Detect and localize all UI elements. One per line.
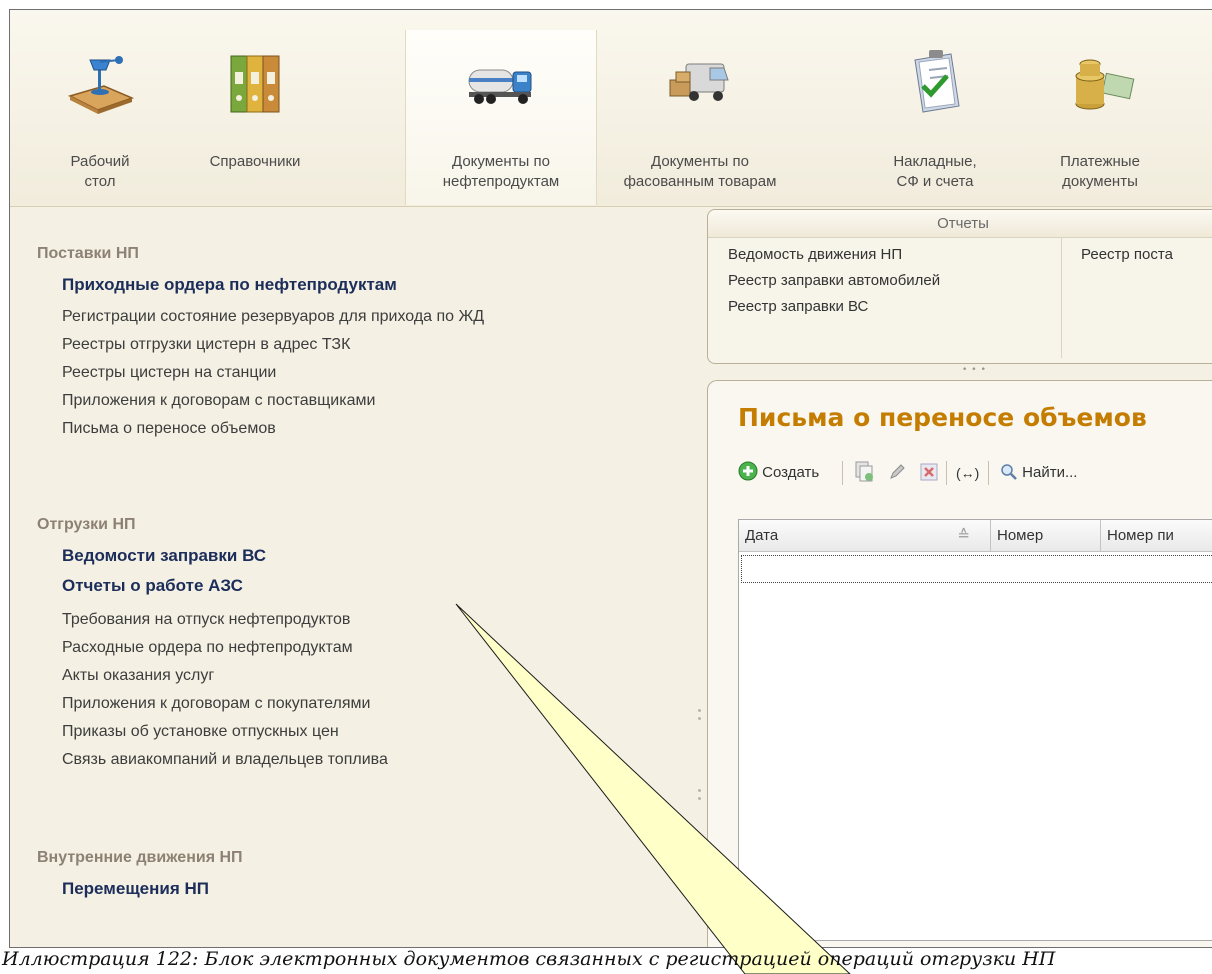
nav-item-price-orders[interactable]: Приказы об установке отпускных цен	[62, 723, 339, 741]
copy-document-icon	[855, 461, 873, 482]
toolbar-separator-2	[946, 461, 947, 485]
navigation-panel: Поставки НП Приходные ордера по нефтепро…	[10, 209, 693, 947]
table-row[interactable]	[741, 555, 1212, 583]
document-list-panel: Письма о переносе объемов Создать (↔) На…	[707, 380, 1212, 947]
app-window: Рабочий стол Справочники Документы по не…	[9, 9, 1212, 948]
figure-caption: Иллюстрация 122: Блок электронных докуме…	[2, 948, 1056, 970]
section-bar: Рабочий стол Справочники Документы по не…	[10, 10, 1212, 207]
nav-item-incoming-orders[interactable]: Приходные ордера по нефтепродуктам	[62, 275, 397, 295]
nav-group-shipment: Отгрузки НП	[37, 516, 136, 533]
section-packaged-docs-label: Документы по фасованным товарам	[623, 153, 777, 190]
nav-item-customer-contract-appendices[interactable]: Приложения к договорам с покупателями	[62, 695, 370, 713]
reports-panel: Отчеты Ведомость движения НП Реестр запр…	[707, 209, 1212, 364]
nav-item-airline-fuel-owner-links[interactable]: Связь авиакомпаний и владельцев топлива	[62, 751, 388, 769]
column-header-letter-number[interactable]: Номер пи	[1101, 520, 1212, 552]
toolbar-separator	[842, 461, 843, 485]
find-button-label: Найти...	[1022, 464, 1078, 481]
find-button[interactable]: Найти...	[1000, 459, 1077, 487]
search-icon	[1001, 464, 1017, 480]
desk-lamp-icon	[67, 56, 135, 114]
section-payments[interactable]: Платежные документы	[1045, 30, 1155, 205]
edit-button[interactable]	[888, 459, 906, 487]
section-invoices[interactable]: Накладные, СФ и счета	[880, 30, 990, 205]
coins-icon	[1075, 59, 1135, 110]
panel-splitter[interactable]	[696, 209, 704, 947]
nav-group-internal-movements: Внутренние движения НП	[37, 849, 243, 866]
pencil-icon	[890, 464, 905, 479]
nav-item-tank-shipment-registers[interactable]: Реестры отгрузки цистерн в адрес ТЗК	[62, 336, 350, 354]
report-link-vehicle-refuel[interactable]: Реестр заправки автомобилей	[728, 268, 940, 294]
nav-item-station-tank-registers[interactable]: Реестры цистерн на станции	[62, 364, 276, 382]
reports-column-2: Реестр поста	[1081, 242, 1173, 268]
nav-item-transfers[interactable]: Перемещения НП	[62, 879, 209, 899]
report-link-aircraft-refuel[interactable]: Реестр заправки ВС	[728, 294, 940, 320]
expand-arrows-icon: (↔)	[956, 465, 980, 481]
reports-column-1: Ведомость движения НП Реестр заправки ав…	[728, 242, 940, 320]
create-button-label: Создать	[762, 464, 820, 481]
nav-item-cut-off[interactable]	[62, 911, 67, 933]
column-header-date[interactable]: Дата ≙	[739, 520, 991, 552]
section-petroleum-docs-label: Документы по нефтепродуктам	[442, 153, 560, 190]
column-header-date-label: Дата	[745, 527, 779, 544]
fit-width-button[interactable]: (↔)	[956, 459, 979, 487]
section-petroleum-docs[interactable]: Документы по нефтепродуктам	[405, 30, 597, 205]
copy-button[interactable]	[854, 459, 874, 487]
binders-icon	[230, 55, 280, 113]
page-title: Письма о переносе объемов	[738, 403, 1147, 432]
toolbar-separator-3	[988, 461, 989, 485]
resize-dots[interactable]: •••	[962, 365, 990, 375]
nav-item-outgoing-orders[interactable]: Расходные ордера по нефтепродуктам	[62, 639, 353, 657]
section-payments-label: Платежные документы	[1060, 153, 1140, 190]
section-desktop-label: Рабочий стол	[70, 153, 130, 190]
clipboard-checklist-icon	[914, 50, 960, 113]
nav-item-aircraft-refuel-sheets[interactable]: Ведомости заправки ВС	[62, 546, 266, 566]
column-header-number[interactable]: Номер	[991, 520, 1101, 552]
report-link-movement[interactable]: Ведомость движения НП	[728, 242, 940, 268]
section-invoices-label: Накладные, СФ и счета	[893, 153, 977, 190]
section-packaged-docs[interactable]: Документы по фасованным товарам	[605, 30, 795, 205]
delivery-van-icon	[669, 63, 729, 101]
nav-item-tank-registrations[interactable]: Регистрации состояние резервуаров для пр…	[62, 308, 484, 326]
reports-divider	[1061, 238, 1062, 358]
nav-item-gas-station-reports[interactable]: Отчеты о работе АЗС	[62, 576, 243, 596]
nav-item-service-acts[interactable]: Акты оказания услуг	[62, 667, 214, 685]
section-desktop[interactable]: Рабочий стол	[40, 30, 160, 205]
report-link-supply-register[interactable]: Реестр поста	[1081, 242, 1173, 268]
plus-circle-icon	[738, 461, 758, 481]
nav-item-supplier-contract-appendices[interactable]: Приложения к договорам с поставщиками	[62, 392, 375, 410]
nav-group-supply: Поставки НП	[37, 245, 139, 262]
delete-button[interactable]	[920, 459, 938, 487]
section-catalogs-label: Справочники	[209, 153, 301, 170]
create-button[interactable]: Создать	[738, 459, 819, 487]
fuel-truck-icon	[468, 69, 532, 104]
nav-item-volume-transfer-letters[interactable]: Письма о переносе объемов	[62, 420, 276, 438]
section-catalogs[interactable]: Справочники	[185, 30, 325, 205]
sort-indicator-icon: ≙	[957, 527, 970, 544]
delete-mark-icon	[920, 463, 938, 481]
documents-table: Дата ≙ Номер Номер пи	[738, 519, 1212, 941]
nav-item-release-requests[interactable]: Требования на отпуск нефтепродуктов	[62, 611, 350, 629]
reports-header: Отчеты	[708, 210, 1212, 238]
